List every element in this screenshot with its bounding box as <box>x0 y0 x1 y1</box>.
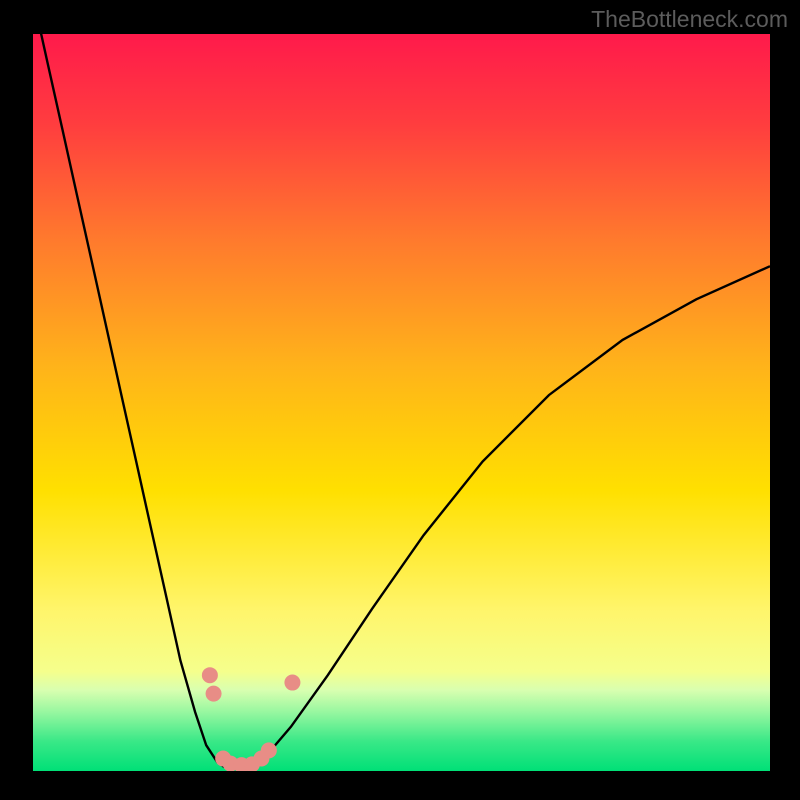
data-marker <box>206 686 222 702</box>
attribution-text: TheBottleneck.com <box>591 6 788 33</box>
chart-svg <box>0 0 800 800</box>
gradient-background <box>33 34 770 771</box>
data-marker <box>284 675 300 691</box>
data-marker <box>261 742 277 758</box>
data-marker <box>202 667 218 683</box>
chart-container: TheBottleneck.com <box>0 0 800 800</box>
